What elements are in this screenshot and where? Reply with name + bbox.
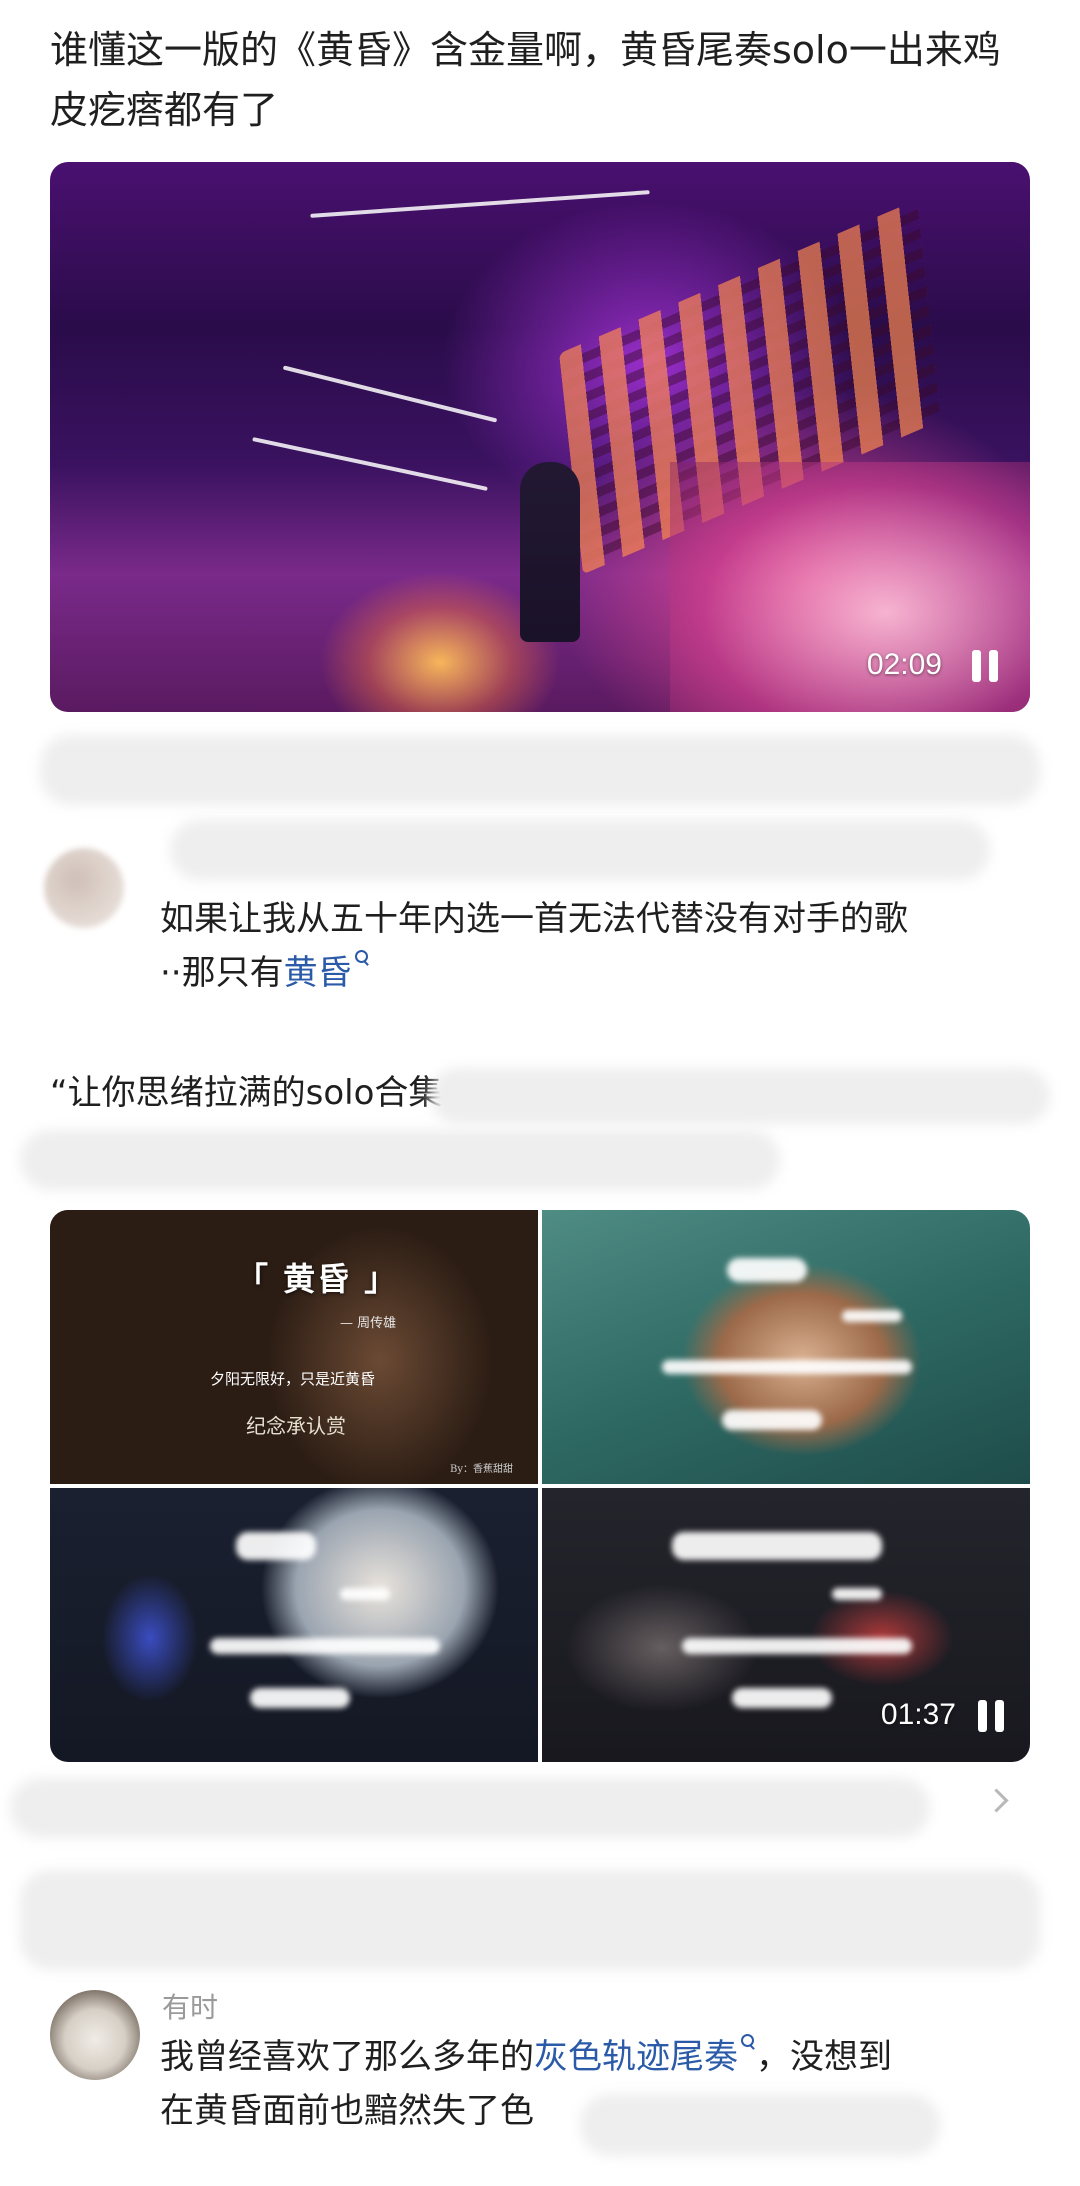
obscured-text — [842, 1310, 902, 1322]
tile-credit: 纪念承认赏 — [246, 1414, 346, 1438]
obscured-title — [236, 1532, 316, 1560]
obscured-text — [682, 1638, 912, 1654]
search-icon[interactable] — [354, 946, 370, 968]
light-beam — [252, 437, 488, 491]
tile-lyric: 夕阳无限好，只是近黄昏 — [210, 1370, 376, 1388]
comment-line2: ··那只有黄昏 — [160, 946, 1040, 1000]
obscured-text — [340, 1588, 390, 1600]
comment-text: ··那只有 — [160, 953, 284, 993]
obscured-text — [662, 1360, 912, 1374]
obscured-text — [210, 1638, 440, 1654]
post-text-line1: 谁懂这一版的《黄昏》含金量啊，黄昏尾奏solo一出来鸡 — [50, 28, 1001, 72]
obscured-region — [10, 1778, 930, 1838]
tile-credit-small: By：香蕉甜甜 — [450, 1464, 513, 1475]
performer-figure — [520, 462, 580, 642]
comment-text: ，没想到 — [756, 2037, 892, 2077]
collage-tile-4: 01:37 — [542, 1488, 1030, 1762]
obscured-text — [732, 1688, 832, 1708]
obscured-region — [430, 1068, 1050, 1124]
avatar[interactable] — [44, 848, 124, 928]
video-duration: 01:37 — [880, 1698, 956, 1731]
pause-icon[interactable] — [978, 1700, 1004, 1732]
collage-tile-2 — [542, 1210, 1030, 1484]
comment-line1: 如果让我从五十年内选一首无法代替没有对手的歌 — [160, 899, 908, 939]
obscured-title — [727, 1258, 807, 1282]
obscured-title — [672, 1532, 882, 1560]
video-player-concert[interactable]: 02:09 — [50, 162, 1030, 712]
obscured-region — [580, 2094, 940, 2156]
post-text: 谁懂这一版的《黄昏》含金量啊，黄昏尾奏solo一出来鸡 皮疙瘩都有了 — [50, 20, 1030, 140]
section-text: “让你思绪拉满的solo合集 — [50, 1073, 443, 1113]
obscured-region — [170, 820, 990, 880]
tile-title: 「 黄昏 」 — [236, 1260, 399, 1298]
light-beam — [310, 190, 650, 218]
video-player-collage[interactable]: 「 黄昏 」 — 周传雄 夕阳无限好，只是近黄昏 纪念承认赏 By：香蕉甜甜 0… — [50, 1210, 1030, 1762]
obscured-text — [250, 1688, 350, 1708]
obscured-region — [20, 1130, 780, 1190]
tile-artist: — 周传雄 — [340, 1316, 397, 1331]
video-duration: 02:09 — [866, 648, 942, 681]
chevron-right-icon[interactable] — [984, 1788, 1009, 1813]
topic-link[interactable]: 灰色轨迹尾奏 — [534, 2037, 738, 2077]
light-beam — [282, 365, 498, 423]
comment-body: 如果让我从五十年内选一首无法代替没有对手的歌 ··那只有黄昏 — [160, 892, 1040, 1000]
obscured-text — [832, 1588, 882, 1600]
obscured-region — [40, 735, 1040, 805]
avatar[interactable] — [50, 1990, 140, 2080]
obscured-region — [20, 1870, 1040, 1970]
pause-icon[interactable] — [972, 650, 998, 682]
comment-text: 我曾经喜欢了那么多年的 — [160, 2037, 534, 2077]
collage-tile-3 — [50, 1488, 538, 1762]
obscured-text — [722, 1410, 822, 1430]
post-text-line2: 皮疙瘩都有了 — [50, 88, 279, 132]
topic-link[interactable]: 黄昏 — [284, 953, 352, 993]
collage-tile-1: 「 黄昏 」 — 周传雄 夕阳无限好，只是近黄昏 纪念承认赏 By：香蕉甜甜 — [50, 1210, 538, 1484]
comment-line1: 我曾经喜欢了那么多年的灰色轨迹尾奏 ，没想到 — [160, 2030, 1040, 2084]
search-icon[interactable] — [740, 2030, 756, 2052]
username[interactable]: 有时 — [162, 1986, 218, 2026]
